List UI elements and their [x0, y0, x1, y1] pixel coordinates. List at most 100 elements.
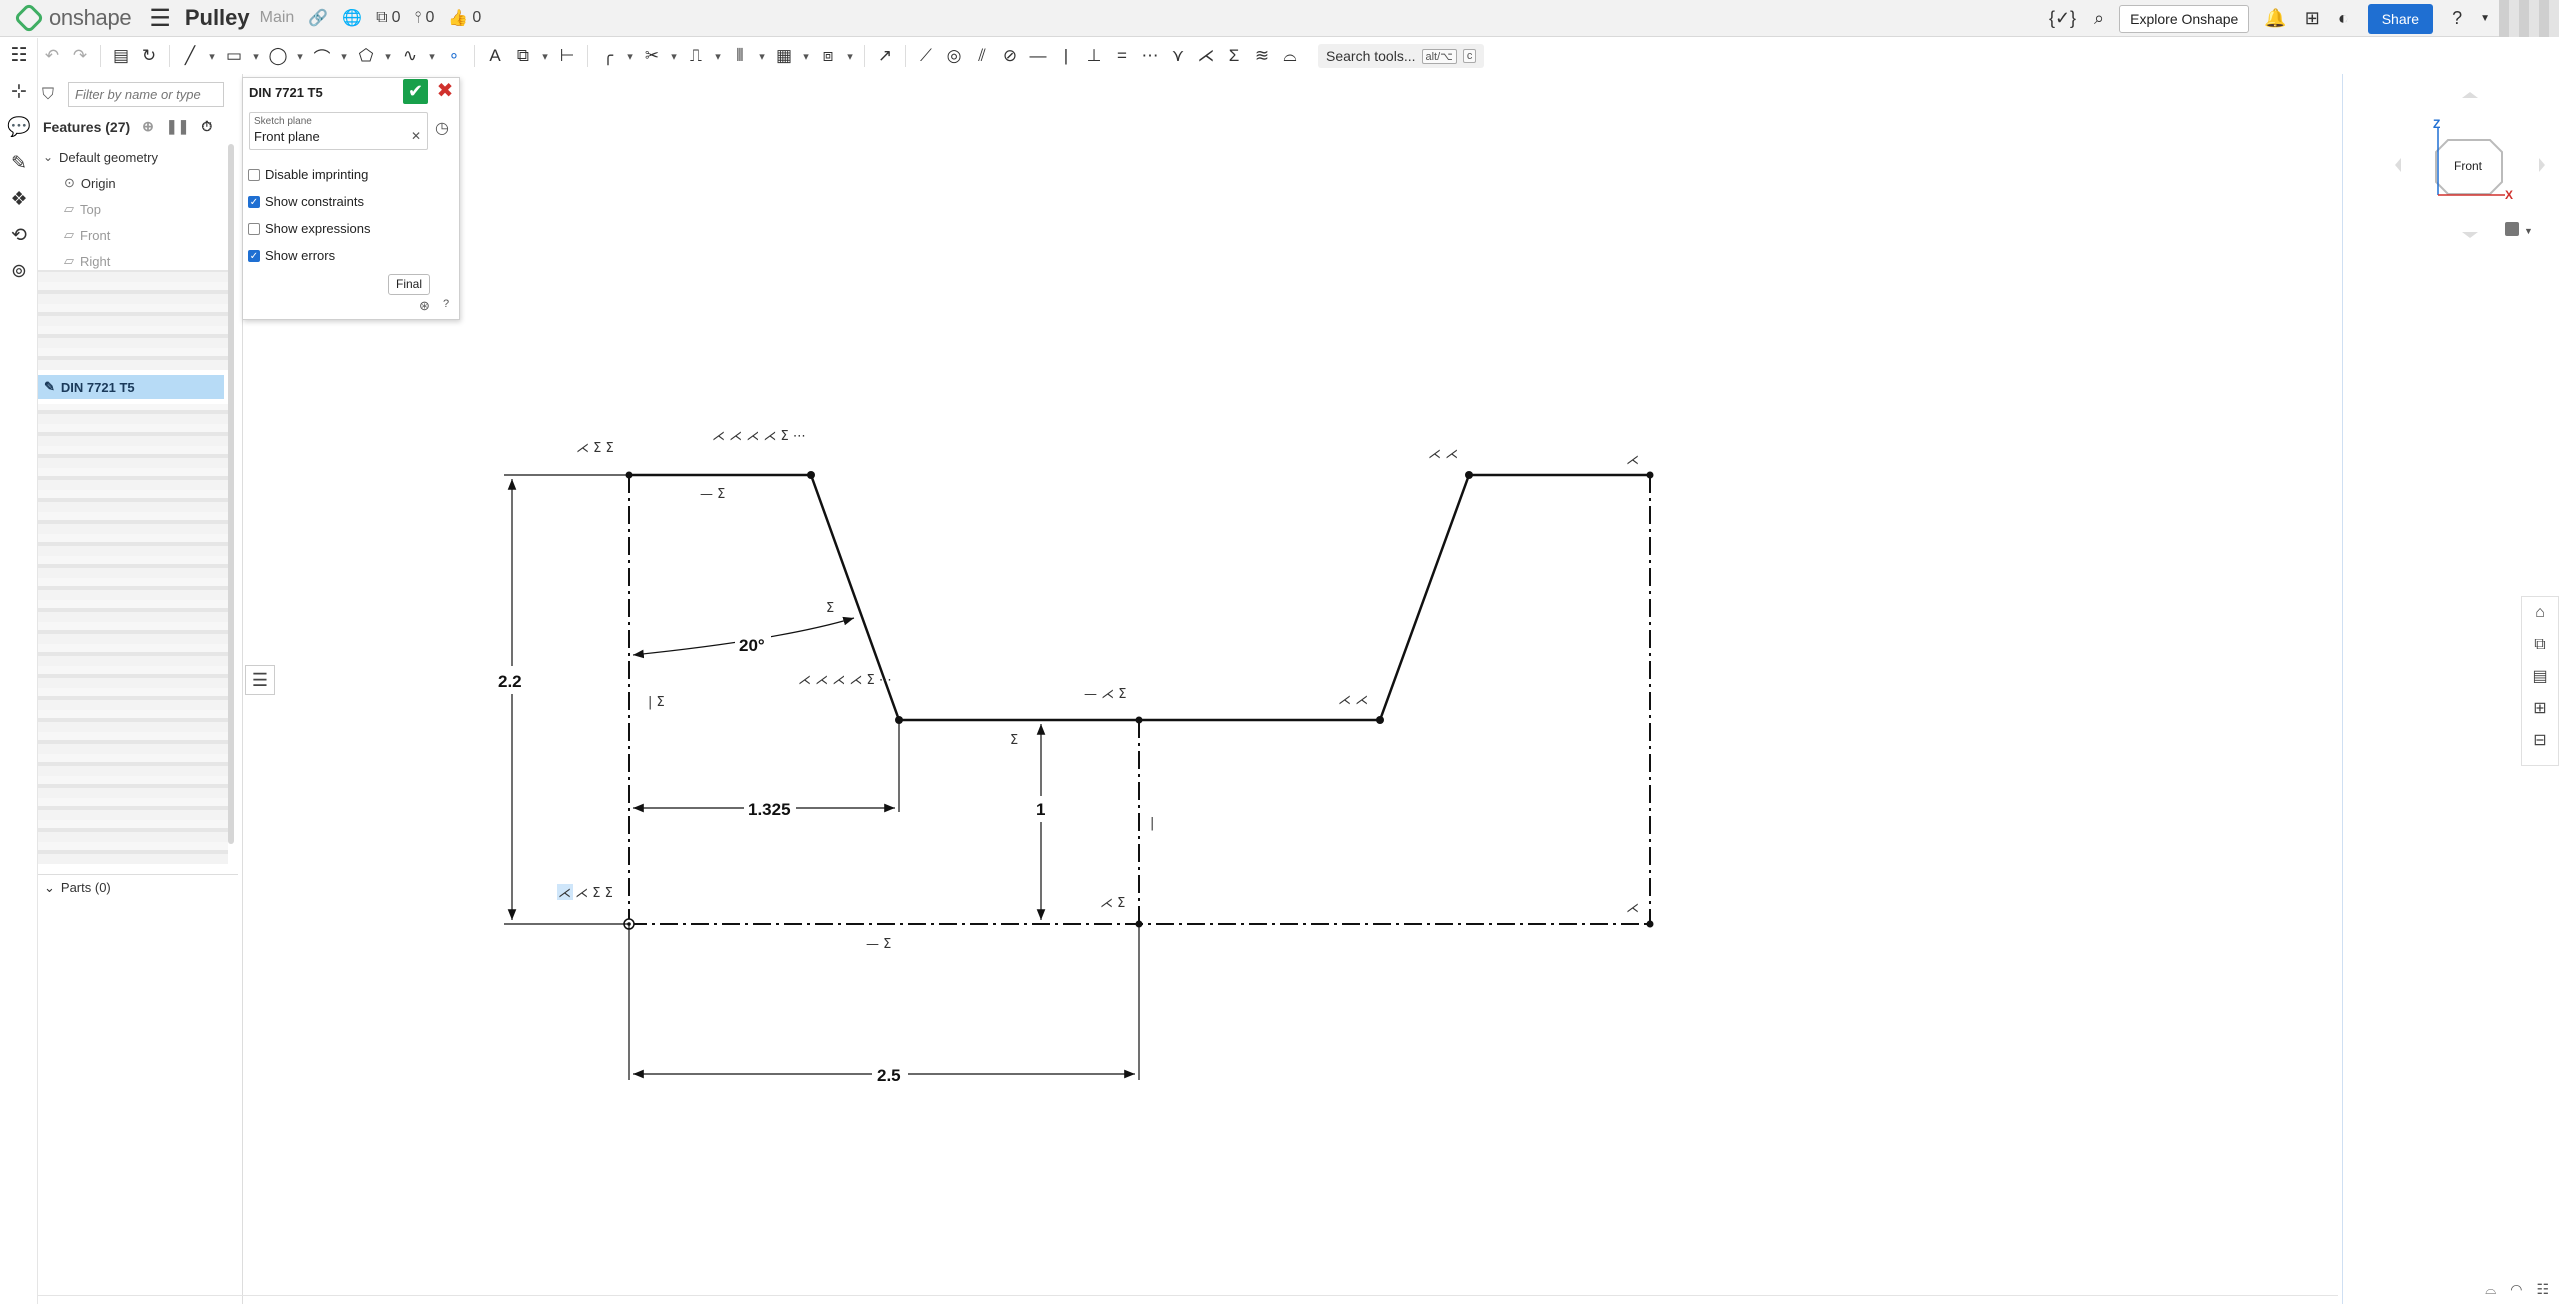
filter-icon[interactable]: ⛉: [42, 86, 68, 104]
pattern-caret-icon[interactable]: ▾: [800, 50, 812, 63]
inspect-icon[interactable]: ⊚: [0, 254, 38, 290]
constraint-icon[interactable]: Σ: [826, 601, 834, 616]
construction-icon[interactable]: ⧉: [511, 46, 535, 66]
graphics-viewport[interactable]: 2.2 20° 1.325 1 2.5 ⋌ Σ Σ ⋌ ⋌ ⋌ ⋌ Σ ⋯ — …: [244, 74, 2344, 1304]
view-cube[interactable]: Front Z X ▼: [2385, 80, 2545, 250]
horizontal-icon[interactable]: —: [1026, 46, 1050, 66]
polygon-tool-icon[interactable]: ⬠: [354, 46, 378, 66]
perpendicular-icon[interactable]: ⊥: [1082, 46, 1106, 66]
constraint-icon[interactable]: ⋌: [1626, 901, 1639, 916]
constraint-icon[interactable]: ⋌ ⋌: [1428, 447, 1458, 462]
constraint-icon[interactable]: Σ: [1010, 733, 1018, 748]
feature-list-icon[interactable]: ☷: [0, 38, 38, 74]
display-states-icon[interactable]: ☷: [2536, 1281, 2549, 1298]
chevron-down-icon[interactable]: ⌄: [43, 150, 59, 164]
constraint-icon[interactable]: — ⋌ Σ: [1084, 687, 1126, 702]
rectangle-tool-icon[interactable]: ▭: [222, 46, 246, 66]
transform-tool-icon[interactable]: ⧈: [816, 46, 840, 66]
pattern-tool-icon[interactable]: ▦: [772, 46, 796, 66]
add-folder-icon[interactable]: ⊕: [142, 118, 154, 135]
dimension-width2-label[interactable]: 2.5: [877, 1066, 901, 1085]
appearance-icon[interactable]: ❖: [0, 182, 38, 218]
constraint-icon[interactable]: ⋌ ⋌ Σ Σ: [558, 886, 613, 901]
bom-panel-icon[interactable]: ▤: [2522, 661, 2558, 693]
onshape-logo[interactable]: onshape: [13, 2, 132, 34]
view-options-cube-icon[interactable]: [2505, 222, 2519, 236]
arc-tool-icon[interactable]: ⌒: [310, 44, 334, 69]
rotate-right-arrow-icon[interactable]: [2539, 158, 2545, 172]
constraint-icon[interactable]: ⋌ ⋌ ⋌ ⋌ Σ ⋯: [712, 429, 806, 444]
configurations-panel-icon[interactable]: ⧉: [2522, 629, 2558, 661]
link-icon[interactable]: 🔗: [308, 8, 328, 28]
vertex[interactable]: [1376, 716, 1384, 724]
globe-icon[interactable]: 🌐: [342, 8, 362, 28]
dimension-height-label[interactable]: 2.2: [498, 672, 522, 691]
constraint-icon[interactable]: ⋌ ⋌ ⋌ ⋌ Σ ⋯: [798, 673, 892, 688]
vertex[interactable]: [1646, 920, 1654, 928]
spline-tool-icon[interactable]: ∿: [398, 46, 422, 66]
like-button[interactable]: 👍 0: [448, 8, 481, 28]
constraint-icon[interactable]: |: [1150, 816, 1154, 831]
rectangle-caret-icon[interactable]: ▾: [250, 50, 262, 63]
dimension-angle-label[interactable]: 20°: [739, 636, 765, 655]
tree-item-front-plane[interactable]: ▱ Front: [38, 222, 233, 248]
tangent-icon[interactable]: ⊘: [998, 46, 1022, 66]
dimension-depth-label[interactable]: 1: [1036, 800, 1045, 819]
feature-list-scrollbar[interactable]: [228, 144, 234, 844]
menu-icon[interactable]: ☰: [149, 4, 171, 33]
notifications-bell-icon[interactable]: 🔔: [2264, 8, 2286, 29]
branches-button[interactable]: ⫯ 0: [415, 9, 435, 27]
feature-filter-input[interactable]: [68, 82, 224, 107]
constraint-icon[interactable]: ⋌ Σ: [1100, 896, 1125, 911]
mirror-caret-icon[interactable]: ▾: [756, 50, 768, 63]
concentric-icon[interactable]: ◎: [942, 46, 966, 66]
dimension-width1-label[interactable]: 1.325: [748, 800, 791, 819]
midpoint-icon[interactable]: ⋯: [1138, 46, 1162, 66]
fillet-tool-icon[interactable]: ╭: [596, 46, 620, 66]
versions-button[interactable]: ⧉ 0: [376, 9, 400, 27]
share-button[interactable]: Share: [2367, 3, 2434, 34]
arc-caret-icon[interactable]: ▾: [338, 50, 350, 63]
point-tool-icon[interactable]: ∘: [442, 46, 466, 66]
tree-item-selected-sketch[interactable]: ✎ DIN 7721 T5: [38, 375, 224, 399]
parts-section[interactable]: ⌄ Parts (0): [38, 874, 238, 900]
circle-tool-icon[interactable]: ◯: [266, 46, 290, 66]
rollback-timer-icon[interactable]: ⏱: [201, 118, 212, 135]
vertex[interactable]: [807, 471, 815, 479]
trim-caret-icon[interactable]: ▾: [668, 50, 680, 63]
offset-tool-icon[interactable]: ⎍: [684, 46, 708, 66]
redo-icon[interactable]: ↷: [68, 46, 92, 66]
sketch-tools-icon[interactable]: ▤: [109, 46, 133, 66]
appearance-panel-icon[interactable]: ⌂: [2522, 597, 2558, 629]
line-tool-icon[interactable]: ╱: [178, 46, 202, 66]
trim-tool-icon[interactable]: ✂: [640, 46, 664, 66]
text-tool-icon[interactable]: A: [483, 46, 507, 66]
polygon-caret-icon[interactable]: ▾: [382, 50, 394, 63]
mirror-tool-icon[interactable]: ⫴: [728, 46, 752, 66]
regenerate-icon[interactable]: ↻: [137, 46, 161, 66]
use-tool-icon[interactable]: ↗: [873, 46, 897, 66]
notes-icon[interactable]: ✎: [0, 146, 38, 182]
explore-onshape-button[interactable]: Explore Onshape: [2119, 4, 2250, 33]
line-caret-icon[interactable]: ▾: [206, 50, 218, 63]
vertex[interactable]: [1646, 471, 1654, 479]
view-options-caret-icon[interactable]: ▼: [2524, 226, 2533, 236]
spline-caret-icon[interactable]: ▾: [426, 50, 438, 63]
tree-item-origin[interactable]: ⊙ Origin: [38, 170, 233, 196]
variables-icon[interactable]: {✓}: [2049, 8, 2076, 29]
help-icon[interactable]: ?: [2452, 8, 2462, 29]
instances-icon[interactable]: ⊹: [0, 74, 38, 110]
constraint-icon[interactable]: ⋌: [1626, 453, 1639, 468]
dimension-tool-icon[interactable]: ⊢: [555, 46, 579, 66]
section-view-icon[interactable]: ⌓: [2485, 1281, 2496, 1298]
learning-center-icon[interactable]: ◐: [2338, 8, 2349, 29]
constraint-icon[interactable]: ⋌ ⋌: [1338, 693, 1368, 708]
pause-icon[interactable]: ❚❚: [166, 118, 189, 135]
tree-item-default-geometry[interactable]: ⌄ Default geometry: [38, 144, 233, 170]
help-caret-icon[interactable]: ▼: [2480, 13, 2490, 24]
symmetric-icon[interactable]: ⋌: [1194, 46, 1218, 66]
constraint-icon[interactable]: ⋌ Σ Σ: [576, 441, 614, 456]
measure-panel-icon[interactable]: ⊞: [2522, 693, 2558, 725]
fillet-caret-icon[interactable]: ▾: [624, 50, 636, 63]
circle-caret-icon[interactable]: ▾: [294, 50, 306, 63]
